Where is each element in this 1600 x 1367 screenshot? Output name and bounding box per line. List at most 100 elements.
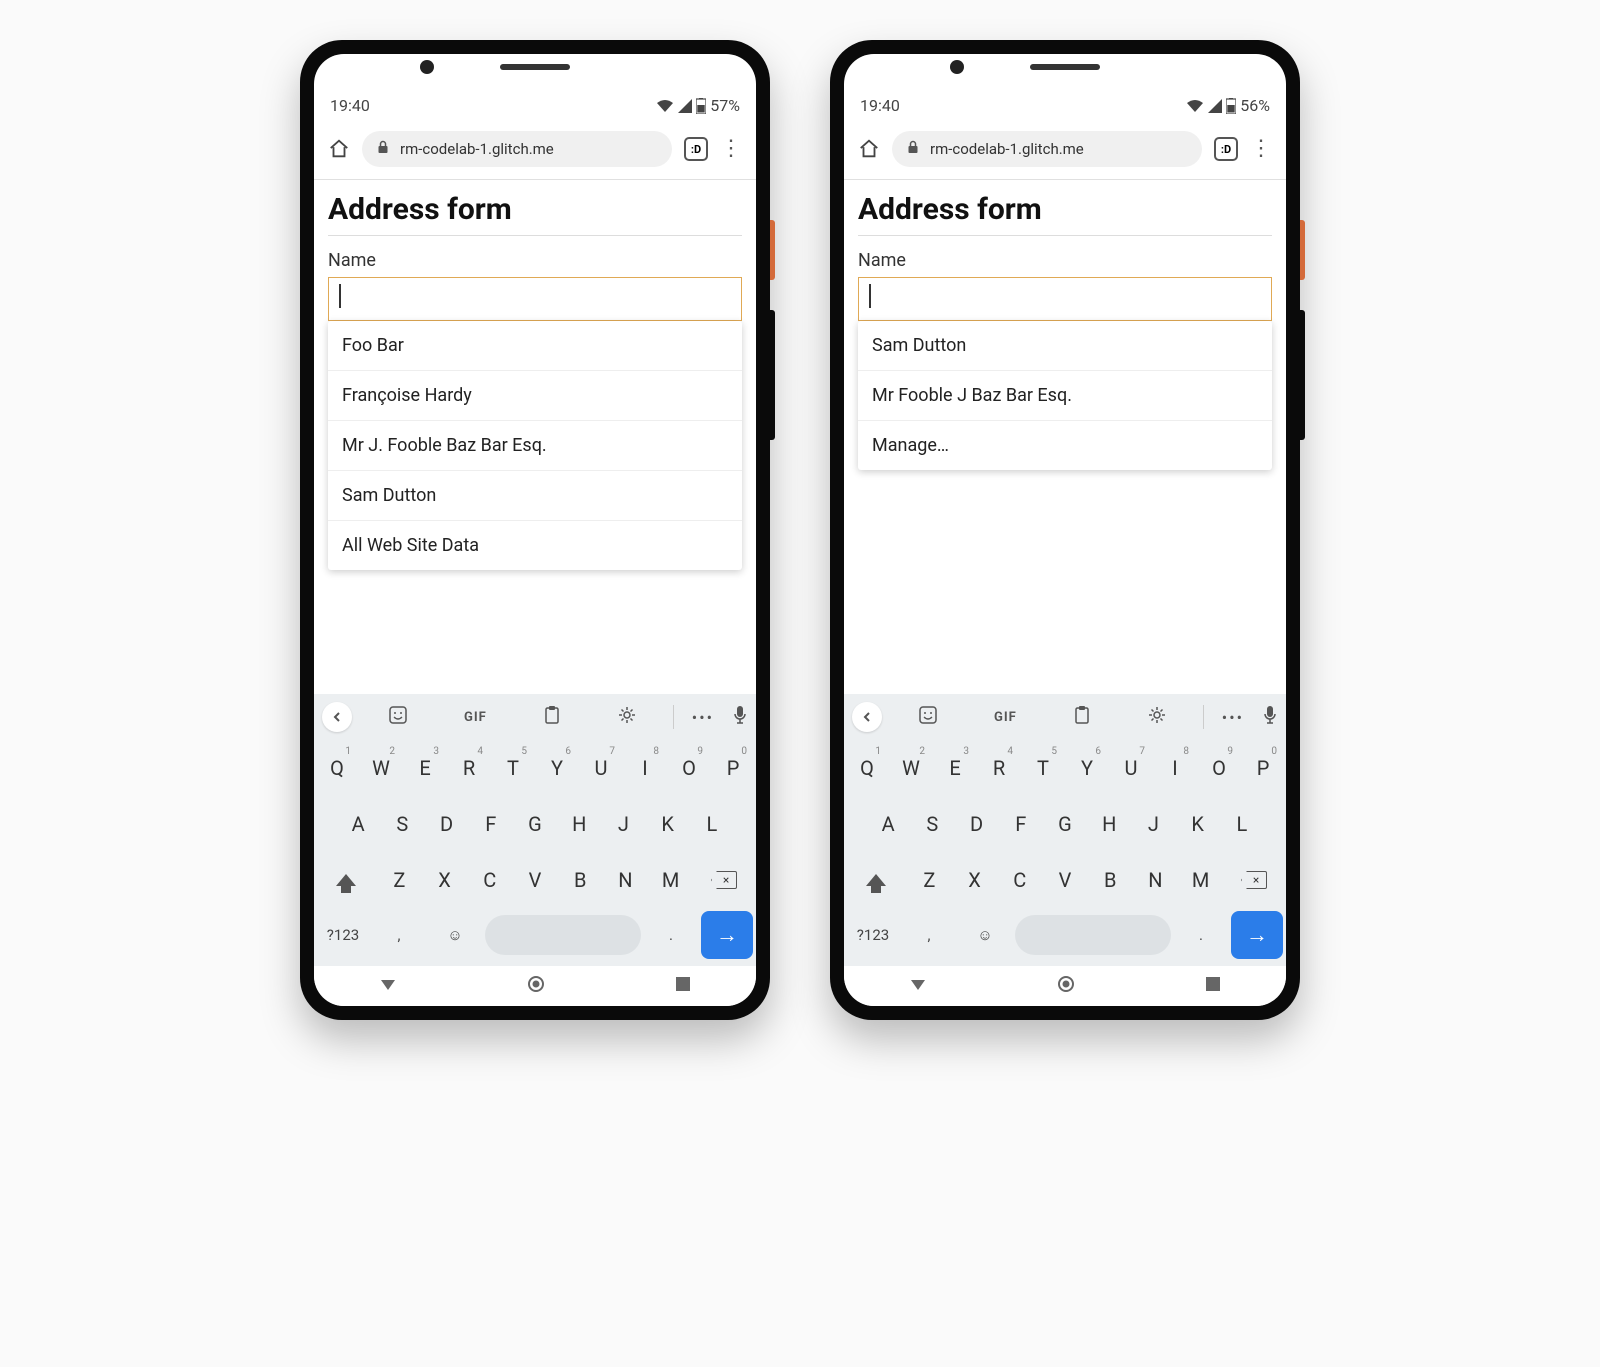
key-e[interactable]: E3 — [935, 743, 975, 793]
mic-icon[interactable] — [732, 705, 748, 729]
key-enter[interactable]: → — [1231, 911, 1283, 959]
key-m[interactable]: M — [1180, 855, 1221, 905]
power-button[interactable] — [1300, 220, 1305, 280]
key-l[interactable]: L — [692, 799, 732, 849]
key-h[interactable]: H — [559, 799, 599, 849]
key-u[interactable]: U7 — [581, 743, 621, 793]
key-v[interactable]: V — [514, 855, 555, 905]
gif-button[interactable]: GIF — [994, 710, 1017, 725]
key-r[interactable]: R4 — [979, 743, 1019, 793]
clipboard-icon[interactable] — [1073, 705, 1091, 729]
key-o[interactable]: O9 — [1199, 743, 1239, 793]
collapse-icon[interactable] — [322, 702, 352, 732]
key-w[interactable]: W2 — [361, 743, 401, 793]
key-l[interactable]: L — [1222, 799, 1262, 849]
key-emoji[interactable]: ☺ — [429, 911, 481, 959]
nav-recent-icon[interactable] — [1205, 976, 1221, 996]
settings-icon[interactable] — [1147, 705, 1167, 729]
settings-icon[interactable] — [617, 705, 637, 729]
key-q[interactable]: Q1 — [847, 743, 887, 793]
mic-icon[interactable] — [1262, 705, 1278, 729]
key-k[interactable]: K — [1178, 799, 1218, 849]
key-t[interactable]: T5 — [1023, 743, 1063, 793]
more-icon[interactable]: ••• — [1212, 708, 1254, 727]
nav-back-icon[interactable] — [909, 977, 927, 996]
key-a[interactable]: A — [868, 799, 908, 849]
key-space[interactable] — [485, 915, 641, 955]
key-comma[interactable]: , — [373, 911, 425, 959]
key-y[interactable]: Y6 — [537, 743, 577, 793]
name-input[interactable] — [328, 277, 742, 321]
sticker-icon[interactable] — [388, 705, 408, 729]
key-shift[interactable] — [317, 855, 375, 905]
key-i[interactable]: I8 — [1155, 743, 1195, 793]
key-u[interactable]: U7 — [1111, 743, 1151, 793]
key-h[interactable]: H — [1089, 799, 1129, 849]
key-o[interactable]: O9 — [669, 743, 709, 793]
key-r[interactable]: R4 — [449, 743, 489, 793]
key-d[interactable]: D — [426, 799, 466, 849]
home-icon[interactable] — [328, 138, 350, 160]
key-g[interactable]: G — [1045, 799, 1085, 849]
key-x[interactable]: X — [954, 855, 995, 905]
key-backspace[interactable]: × — [1225, 855, 1283, 905]
key-t[interactable]: T5 — [493, 743, 533, 793]
url-bar[interactable]: rm-codelab-1.glitch.me — [362, 131, 672, 167]
key-a[interactable]: A — [338, 799, 378, 849]
autofill-option[interactable]: Sam Dutton — [328, 471, 742, 521]
home-icon[interactable] — [858, 138, 880, 160]
url-bar[interactable]: rm-codelab-1.glitch.me — [892, 131, 1202, 167]
autofill-option[interactable]: Françoise Hardy — [328, 371, 742, 421]
key-period[interactable]: . — [645, 911, 697, 959]
autofill-option[interactable]: Mr J. Fooble Baz Bar Esq. — [328, 421, 742, 471]
key-comma[interactable]: , — [903, 911, 955, 959]
key-p[interactable]: P0 — [713, 743, 753, 793]
key-space[interactable] — [1015, 915, 1171, 955]
tabs-button[interactable]: :D — [684, 137, 708, 161]
autofill-option[interactable]: Mr Fooble J Baz Bar Esq. — [858, 371, 1272, 421]
name-input[interactable] — [858, 277, 1272, 321]
sticker-icon[interactable] — [918, 705, 938, 729]
key-b[interactable]: B — [1090, 855, 1131, 905]
autofill-option[interactable]: All Web Site Data — [328, 521, 742, 570]
tabs-button[interactable]: :D — [1214, 137, 1238, 161]
key-n[interactable]: N — [1135, 855, 1176, 905]
key-symbols[interactable]: ?123 — [847, 911, 899, 959]
key-p[interactable]: P0 — [1243, 743, 1283, 793]
key-g[interactable]: G — [515, 799, 555, 849]
key-backspace[interactable]: × — [695, 855, 753, 905]
key-d[interactable]: D — [956, 799, 996, 849]
autofill-option[interactable]: Manage… — [858, 421, 1272, 470]
key-j[interactable]: J — [603, 799, 643, 849]
key-y[interactable]: Y6 — [1067, 743, 1107, 793]
nav-home-icon[interactable] — [1057, 975, 1075, 997]
key-symbols[interactable]: ?123 — [317, 911, 369, 959]
clipboard-icon[interactable] — [543, 705, 561, 729]
key-k[interactable]: K — [648, 799, 688, 849]
nav-recent-icon[interactable] — [675, 976, 691, 996]
key-i[interactable]: I8 — [625, 743, 665, 793]
nav-home-icon[interactable] — [527, 975, 545, 997]
key-z[interactable]: Z — [379, 855, 420, 905]
key-shift[interactable] — [847, 855, 905, 905]
key-n[interactable]: N — [605, 855, 646, 905]
autofill-option[interactable]: Foo Bar — [328, 321, 742, 371]
key-s[interactable]: S — [912, 799, 952, 849]
key-v[interactable]: V — [1044, 855, 1085, 905]
power-button[interactable] — [770, 220, 775, 280]
collapse-icon[interactable] — [852, 702, 882, 732]
key-j[interactable]: J — [1133, 799, 1173, 849]
key-m[interactable]: M — [650, 855, 691, 905]
key-f[interactable]: F — [471, 799, 511, 849]
key-z[interactable]: Z — [909, 855, 950, 905]
volume-button[interactable] — [1300, 310, 1305, 440]
gif-button[interactable]: GIF — [464, 710, 487, 725]
key-s[interactable]: S — [382, 799, 422, 849]
key-b[interactable]: B — [560, 855, 601, 905]
key-e[interactable]: E3 — [405, 743, 445, 793]
more-icon[interactable]: ••• — [682, 708, 724, 727]
key-w[interactable]: W2 — [891, 743, 931, 793]
key-f[interactable]: F — [1001, 799, 1041, 849]
key-emoji[interactable]: ☺ — [959, 911, 1011, 959]
key-period[interactable]: . — [1175, 911, 1227, 959]
